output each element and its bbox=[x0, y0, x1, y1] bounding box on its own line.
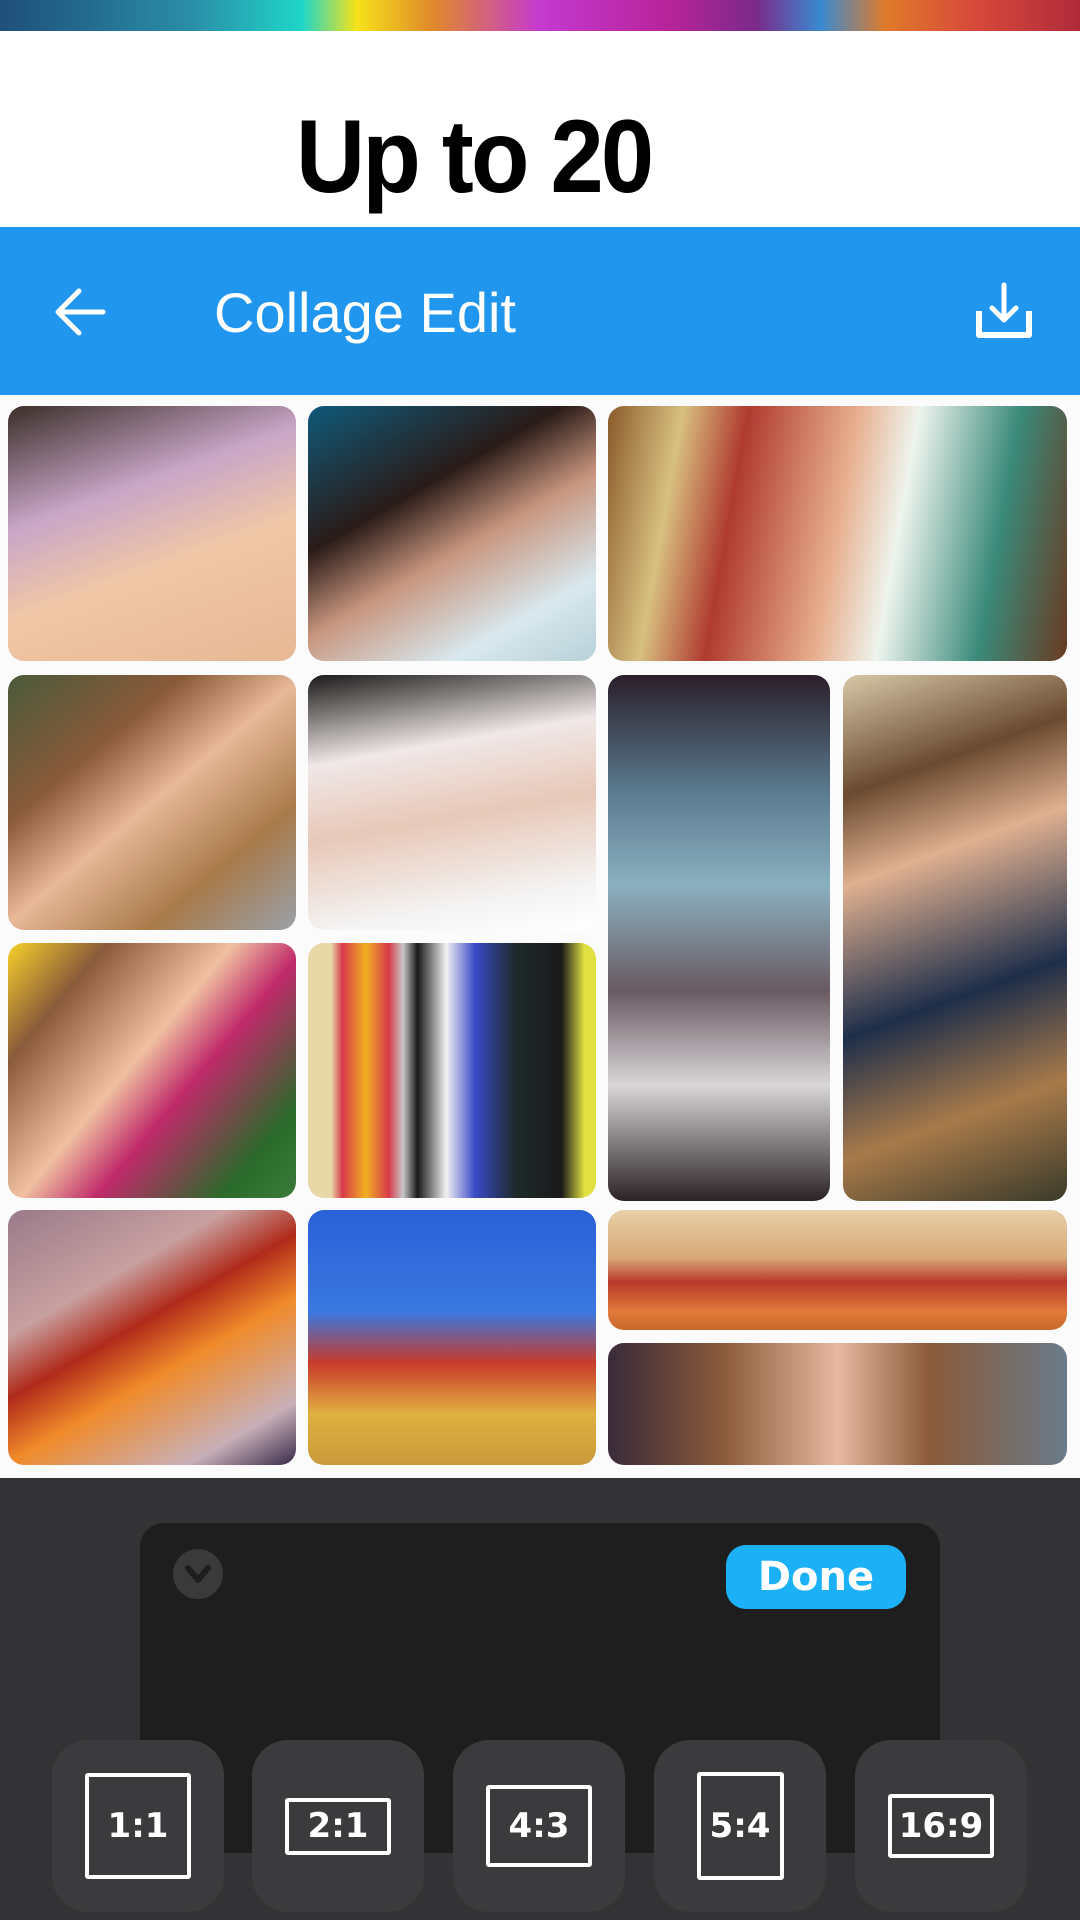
app-bar: Collage Edit bbox=[0, 227, 1080, 395]
collage-grid: Baby under lavender blanket Woman with d… bbox=[0, 395, 1080, 1478]
collage-photo-woman-white[interactable]: Woman with dark hair and white blouse bbox=[308, 675, 596, 930]
promo-banner-image bbox=[0, 0, 1080, 31]
promo-headline: Up to 20 bbox=[296, 99, 654, 215]
chevron-down-icon bbox=[185, 1565, 211, 1583]
collapse-button[interactable] bbox=[173, 1549, 223, 1599]
collage-photo-girl-necklace[interactable]: Girl with long hair and necklace bbox=[608, 1343, 1067, 1465]
collage-photo-girl-window[interactable]: Girl looking out of round window at clou… bbox=[608, 675, 830, 1201]
collage-photo-books[interactable]: Book spines: Counterpoint, Music Composi… bbox=[308, 943, 596, 1198]
ratio-5-4-icon: 5:4 bbox=[696, 1772, 784, 1880]
back-button[interactable] bbox=[50, 282, 110, 342]
download-icon bbox=[976, 282, 1032, 338]
ratio-4-3-icon: 4:3 bbox=[486, 1785, 592, 1867]
collage-photo-girl-mirror[interactable]: Illustrated girl in front of mirror bbox=[608, 406, 1067, 661]
done-button[interactable]: Done bbox=[726, 1545, 906, 1609]
ratio-option-2-1[interactable]: 2:1 bbox=[252, 1740, 424, 1912]
collage-photo-man-boy[interactable]: Illustrated man with round glasses and b… bbox=[843, 675, 1067, 1201]
collage-photo-baby[interactable]: Baby under lavender blanket bbox=[8, 406, 296, 661]
promo-header: Up to 20 bbox=[0, 31, 1080, 227]
ratio-option-4-3[interactable]: 4:3 bbox=[453, 1740, 625, 1912]
ratio-16-9-icon: 16:9 bbox=[888, 1794, 994, 1858]
collage-photo-girl-curly[interactable]: Girl with curly hair resting chin on han… bbox=[8, 675, 296, 930]
aspect-ratio-selector: 1:1 2:1 4:3 5:4 16:9 bbox=[0, 1720, 1080, 1920]
ratio-option-5-4[interactable]: 5:4 bbox=[654, 1740, 826, 1912]
collage-photo-temple[interactable]: Temple roof against blue sky bbox=[308, 1210, 596, 1465]
collage-photo-lion[interactable]: Animated lion on rock bbox=[8, 1210, 296, 1465]
arrow-left-icon bbox=[55, 288, 106, 336]
collage-photo-toddler-paint[interactable]: Toddler with paint on face and yellow bo… bbox=[8, 943, 296, 1198]
download-button[interactable] bbox=[972, 279, 1036, 343]
ratio-option-16-9[interactable]: 16:9 bbox=[855, 1740, 1027, 1912]
ratio-option-1-1[interactable]: 1:1 bbox=[52, 1740, 224, 1912]
ratio-2-1-icon: 2:1 bbox=[285, 1797, 391, 1855]
collage-photo-woman-floral[interactable]: Woman with dark hair in floral top bbox=[308, 406, 596, 661]
page-title: Collage Edit bbox=[214, 281, 516, 344]
ratio-1-1-icon: 1:1 bbox=[85, 1773, 191, 1879]
collage-photo-desert-boy[interactable]: Boy in red hoodie in desert bbox=[608, 1210, 1067, 1330]
